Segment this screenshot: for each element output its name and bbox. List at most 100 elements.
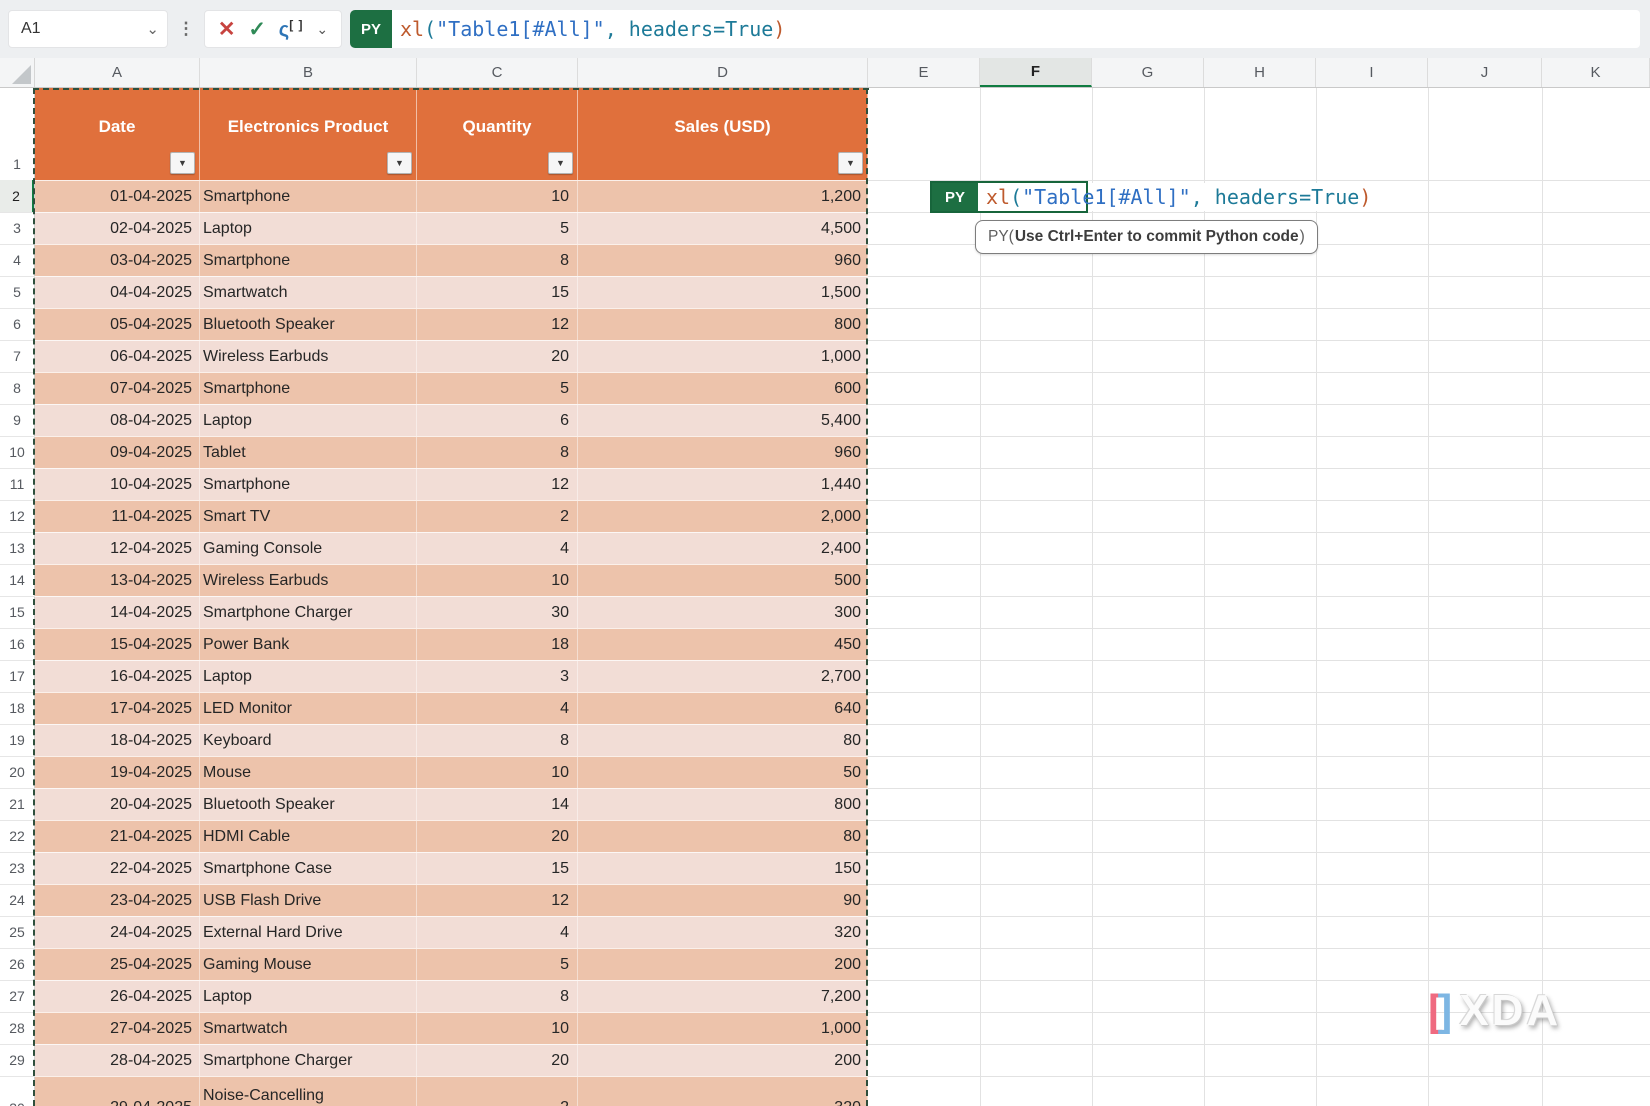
table-cell[interactable]: Smart TV xyxy=(200,501,417,532)
table-cell[interactable]: Smartphone xyxy=(200,469,417,500)
table-cell[interactable]: 24-04-2025 xyxy=(35,917,200,948)
table-cell[interactable]: 05-04-2025 xyxy=(35,309,200,340)
table-cell[interactable]: 09-04-2025 xyxy=(35,437,200,468)
table-cell[interactable]: USB Flash Drive xyxy=(200,885,417,916)
table-cell[interactable]: Bluetooth Speaker xyxy=(200,789,417,820)
table-cell[interactable]: 10 xyxy=(417,757,578,788)
table-cell[interactable]: 4 xyxy=(417,693,578,724)
table-cell[interactable]: 29-04-2025 xyxy=(35,1077,200,1106)
column-header-I[interactable]: I xyxy=(1316,58,1428,87)
table-cell[interactable]: 12-04-2025 xyxy=(35,533,200,564)
table-cell[interactable]: 12 xyxy=(417,885,578,916)
table-cell[interactable]: Gaming Mouse xyxy=(200,949,417,980)
table-cell[interactable]: Smartwatch xyxy=(200,1013,417,1044)
row-number-8[interactable]: 8 xyxy=(0,372,34,404)
table-cell[interactable]: 5,400 xyxy=(578,405,868,436)
table-cell[interactable]: Smartwatch xyxy=(200,277,417,308)
column-header-C[interactable]: C xyxy=(417,58,578,87)
table-cell[interactable]: 2 xyxy=(417,501,578,532)
table-cell[interactable]: 5 xyxy=(417,213,578,244)
column-header-K[interactable]: K xyxy=(1542,58,1650,87)
row-number-28[interactable]: 28 xyxy=(0,1012,34,1044)
column-header-F[interactable]: F xyxy=(980,58,1092,87)
table-cell[interactable]: 03-04-2025 xyxy=(35,245,200,276)
table-cell[interactable]: Mouse xyxy=(200,757,417,788)
table-cell[interactable]: Smartphone xyxy=(200,245,417,276)
table-cell[interactable]: 8 xyxy=(417,437,578,468)
table-cell[interactable]: 14-04-2025 xyxy=(35,597,200,628)
table-cell[interactable]: 18-04-2025 xyxy=(35,725,200,756)
row-number-5[interactable]: 5 xyxy=(0,276,34,308)
table-cell[interactable]: 150 xyxy=(578,853,868,884)
table-cell[interactable]: Laptop xyxy=(200,213,417,244)
row-number-14[interactable]: 14 xyxy=(0,564,34,596)
table-cell[interactable]: 21-04-2025 xyxy=(35,821,200,852)
table-cell[interactable]: Smartphone Charger xyxy=(200,1045,417,1076)
table-cell[interactable]: 5 xyxy=(417,949,578,980)
table-cell[interactable]: 6 xyxy=(417,405,578,436)
column-header-G[interactable]: G xyxy=(1092,58,1204,87)
row-number-21[interactable]: 21 xyxy=(0,788,34,820)
table-header-cell[interactable]: Sales (USD)▼ xyxy=(578,88,868,180)
table-cell[interactable]: 5 xyxy=(417,373,578,404)
table-cell[interactable]: 320 xyxy=(578,1077,868,1106)
table-cell[interactable]: HDMI Cable xyxy=(200,821,417,852)
table-cell[interactable]: 11-04-2025 xyxy=(35,501,200,532)
row-number-19[interactable]: 19 xyxy=(0,724,34,756)
row-number-7[interactable]: 7 xyxy=(0,340,34,372)
table-cell[interactable]: 10 xyxy=(417,565,578,596)
table-cell[interactable]: 16-04-2025 xyxy=(35,661,200,692)
table-cell[interactable]: 320 xyxy=(578,917,868,948)
row-number-27[interactable]: 27 xyxy=(0,980,34,1012)
table-cell[interactable]: 01-04-2025 xyxy=(35,181,200,212)
row-number-23[interactable]: 23 xyxy=(0,852,34,884)
row-number-25[interactable]: 25 xyxy=(0,916,34,948)
table-cell[interactable]: 8 xyxy=(417,245,578,276)
cancel-icon[interactable]: ✕ xyxy=(218,17,236,42)
table-cell[interactable]: 27-04-2025 xyxy=(35,1013,200,1044)
table-cell[interactable]: External Hard Drive xyxy=(200,917,417,948)
table-cell[interactable]: 640 xyxy=(578,693,868,724)
row-number-11[interactable]: 11 xyxy=(0,468,34,500)
table-cell[interactable]: 500 xyxy=(578,565,868,596)
table-cell[interactable]: 08-04-2025 xyxy=(35,405,200,436)
table-cell[interactable]: 13-04-2025 xyxy=(35,565,200,596)
table-cell[interactable]: 2 xyxy=(417,1077,578,1106)
table-cell[interactable]: 04-04-2025 xyxy=(35,277,200,308)
table-cell[interactable]: 26-04-2025 xyxy=(35,981,200,1012)
table-cell[interactable]: 23-04-2025 xyxy=(35,885,200,916)
table-cell[interactable]: 20 xyxy=(417,1045,578,1076)
table-cell[interactable]: 2,700 xyxy=(578,661,868,692)
table-cell[interactable]: 4,500 xyxy=(578,213,868,244)
table-cell[interactable]: 10 xyxy=(417,1013,578,1044)
table-cell[interactable]: 22-04-2025 xyxy=(35,853,200,884)
row-number-15[interactable]: 15 xyxy=(0,596,34,628)
table-cell[interactable]: Wireless Earbuds xyxy=(200,565,417,596)
enter-icon[interactable]: ✓ xyxy=(248,17,266,42)
table-cell[interactable]: 4 xyxy=(417,917,578,948)
table-cell[interactable]: LED Monitor xyxy=(200,693,417,724)
table-cell[interactable]: 10 xyxy=(417,181,578,212)
column-header-A[interactable]: A xyxy=(35,58,200,87)
cell-formula-text[interactable]: xl("Table1[#All]", headers=True) xyxy=(986,181,1371,213)
table-header-cell[interactable]: Electronics Product▼ xyxy=(200,88,417,180)
table-cell[interactable]: 17-04-2025 xyxy=(35,693,200,724)
name-box[interactable]: A1 ⌄ xyxy=(8,10,168,48)
row-number-9[interactable]: 9 xyxy=(0,404,34,436)
row-number-20[interactable]: 20 xyxy=(0,756,34,788)
table-cell[interactable]: 200 xyxy=(578,949,868,980)
table-cell[interactable]: 1,000 xyxy=(578,341,868,372)
table-cell[interactable]: Bluetooth Speaker xyxy=(200,309,417,340)
column-header-H[interactable]: H xyxy=(1204,58,1316,87)
filter-dropdown-button[interactable]: ▼ xyxy=(170,152,195,174)
row-number-6[interactable]: 6 xyxy=(0,308,34,340)
table-cell[interactable]: 80 xyxy=(578,821,868,852)
table-cell[interactable]: 4 xyxy=(417,533,578,564)
table-cell[interactable]: 800 xyxy=(578,789,868,820)
table-cell[interactable]: 450 xyxy=(578,629,868,660)
table-cell[interactable]: 20 xyxy=(417,341,578,372)
table-cell[interactable]: Power Bank xyxy=(200,629,417,660)
table-cell[interactable]: 8 xyxy=(417,981,578,1012)
table-cell[interactable]: 800 xyxy=(578,309,868,340)
table-cell[interactable]: 06-04-2025 xyxy=(35,341,200,372)
